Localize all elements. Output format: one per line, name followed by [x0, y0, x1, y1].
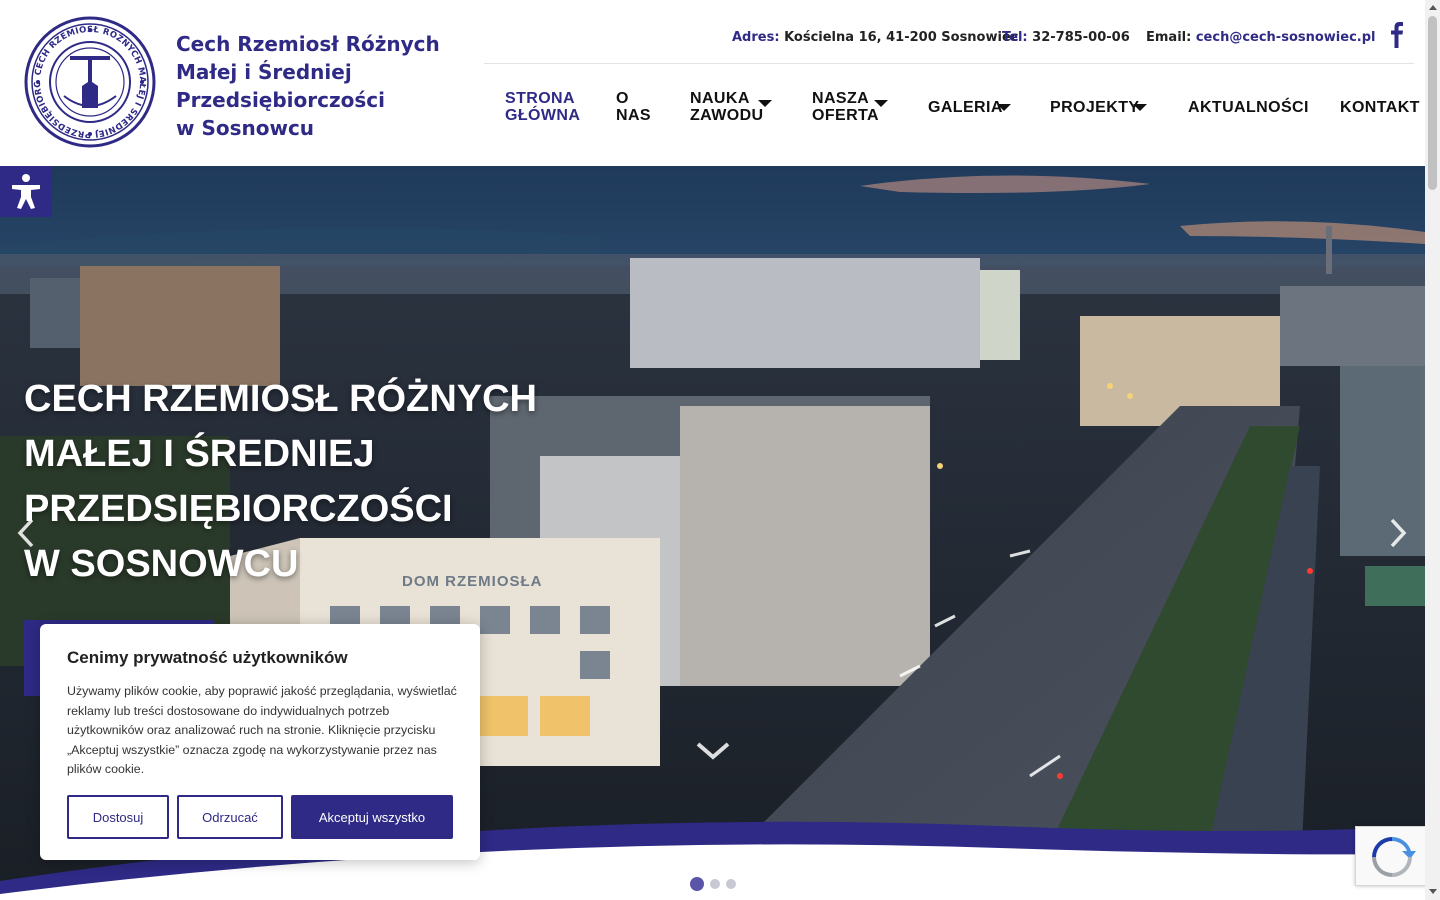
site-header: CECH RZEMIOSŁ RÓŻNYCH MAŁEJ I ŚREDNIEJ P…: [0, 0, 1425, 166]
caret-down-icon: [1133, 104, 1147, 111]
site-name-line: Małej i Średniej: [176, 60, 352, 84]
phone-value[interactable]: 32-785-00-06: [1032, 30, 1130, 45]
caret-down-icon: [997, 104, 1011, 111]
hero-title: CECH RZEMIOSŁ RÓŻNYCH MAŁEJ I ŚREDNIEJ P…: [24, 372, 544, 592]
contact-bar: Adres: Kościelna 16, 41-200 Sosnowiec Te…: [484, 22, 1414, 64]
nav-item-gallery[interactable]: GALERIA: [928, 99, 1011, 116]
hero-title-line: PRZEDSIĘBIORCZOŚCI: [24, 488, 453, 530]
hero-title-line: MAŁEJ I ŚREDNIEJ: [24, 433, 375, 475]
caret-down-icon: [758, 100, 772, 107]
address-label: Adres:: [732, 30, 780, 45]
scroll-up-icon[interactable]: [1429, 5, 1437, 10]
scrollbar-thumb[interactable]: [1428, 16, 1437, 190]
cookie-accept-all-button[interactable]: Akceptuj wszystko: [291, 795, 453, 839]
email-info[interactable]: Email: cech@cech-sosnowiec.pl: [1146, 30, 1376, 45]
slider-dot[interactable]: [690, 877, 704, 891]
email-link[interactable]: cech@cech-sosnowiec.pl: [1196, 30, 1376, 45]
caret-down-icon: [874, 100, 888, 107]
nav-item-label: NAS: [616, 107, 651, 124]
accessibility-icon: [12, 174, 40, 209]
nav-item-label: PROJEKTY: [1050, 99, 1140, 116]
page-scrollbar[interactable]: [1425, 0, 1440, 900]
nav-item-label: NASZA: [812, 90, 870, 107]
nav-item-about[interactable]: O NAS: [616, 90, 651, 124]
slider-dot[interactable]: [726, 879, 736, 889]
nav-item-label: O: [616, 90, 629, 107]
cookie-description: Używamy plików cookie, aby poprawić jako…: [67, 684, 457, 776]
chevron-left-icon[interactable]: [12, 516, 42, 550]
nav-item-news[interactable]: AKTUALNOŚCI: [1188, 99, 1309, 116]
phone-label: Tel:: [1002, 30, 1028, 45]
nav-item-label: NAUKA: [690, 90, 750, 107]
nav-item-label: AKTUALNOŚCI: [1188, 99, 1309, 116]
cookie-reject-button[interactable]: Odrzucać: [177, 795, 283, 839]
nav-item-home[interactable]: STRONA GŁÓWNA: [505, 90, 580, 124]
main-navigation: STRONA GŁÓWNA O NAS NAUKA ZAWODU NASZA O…: [0, 88, 1425, 128]
nav-item-label: OFERTA: [812, 107, 879, 124]
nav-item-label: KONTAKT: [1340, 99, 1420, 116]
nav-item-label: GŁÓWNA: [505, 107, 581, 124]
hero-title-line: W SOSNOWCU: [24, 543, 299, 585]
hero-title-line: CECH RZEMIOSŁ RÓŻNYCH: [24, 378, 537, 420]
accessibility-button[interactable]: [0, 166, 52, 217]
scroll-down-icon[interactable]: [1429, 889, 1437, 894]
guild-seal-logo[interactable]: CECH RZEMIOSŁ RÓŻNYCH MAŁEJ I ŚREDNIEJ P…: [24, 16, 156, 148]
nav-item-offer[interactable]: NASZA OFERTA: [812, 90, 888, 124]
cookie-consent-dialog: Cenimy prywatność użytkowników Używamy p…: [40, 624, 480, 860]
site-name-line: Cech Rzemiosł Różnych: [176, 32, 440, 56]
recaptcha-icon: [1372, 837, 1416, 877]
nav-item-vocational-training[interactable]: NAUKA ZAWODU: [690, 90, 772, 124]
address-info: Adres: Kościelna 16, 41-200 Sosnowiec: [732, 30, 1018, 45]
address-value: Kościelna 16, 41-200 Sosnowiec: [784, 30, 1019, 45]
cookie-customize-button[interactable]: Dostosuj: [67, 795, 169, 839]
cookie-title: Cenimy prywatność użytkowników: [67, 648, 348, 667]
nav-item-label: STRONA: [505, 90, 575, 107]
nav-item-contact[interactable]: KONTAKT: [1340, 99, 1420, 116]
nav-item-label: ZAWODU: [690, 107, 764, 124]
slider-pagination: [690, 877, 736, 891]
chevron-down-icon[interactable]: [694, 738, 732, 762]
chevron-right-icon[interactable]: [1382, 516, 1412, 550]
recaptcha-badge[interactable]: [1355, 826, 1427, 886]
slider-dot[interactable]: [710, 879, 720, 889]
facebook-icon[interactable]: [1388, 22, 1406, 48]
nav-item-projects[interactable]: PROJEKTY: [1050, 99, 1147, 116]
email-label: Email:: [1146, 30, 1192, 45]
nav-item-label: GALERIA: [928, 99, 1003, 116]
phone-info[interactable]: Tel: 32-785-00-06: [1002, 30, 1130, 45]
